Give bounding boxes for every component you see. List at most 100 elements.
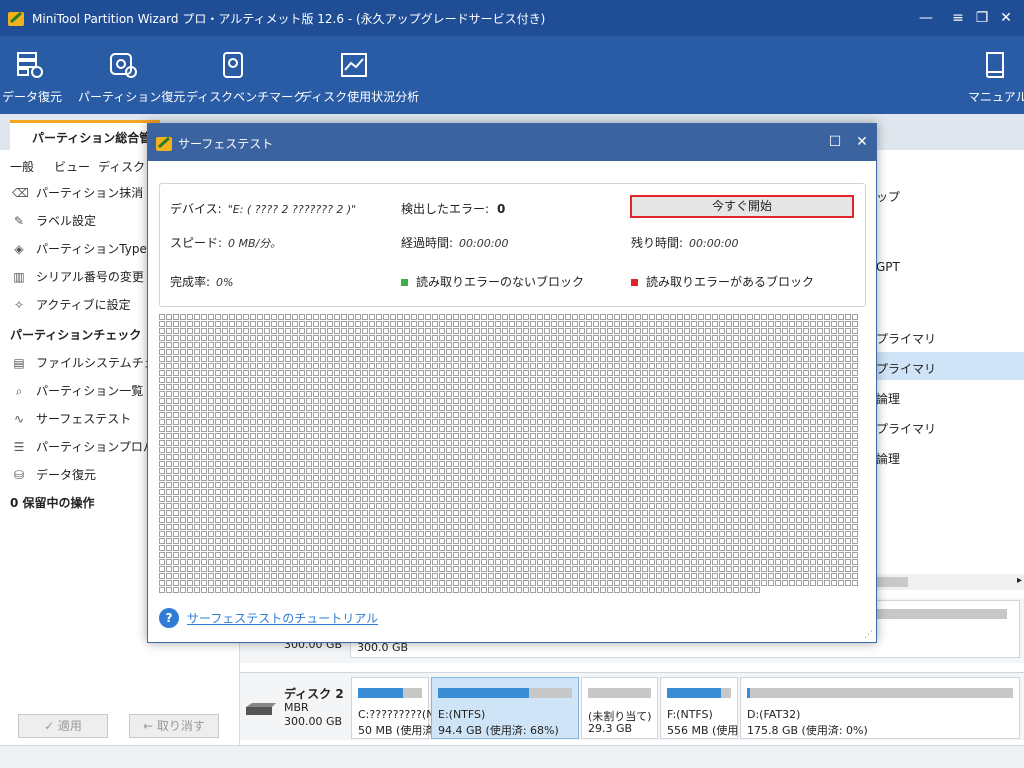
sidebar-item-properties[interactable]: ☰パーティションプロパティ [12, 438, 148, 458]
test-block [761, 405, 767, 411]
test-block [740, 342, 746, 348]
sidebar-item-typeid[interactable]: ◈パーティションTypeIDの [12, 240, 148, 260]
test-block [614, 447, 620, 453]
disk-2-row[interactable]: ディスク 2 MBR 300.00 GB C:?????????(N 50 MB… [240, 672, 1024, 740]
sidebar-item-explore[interactable]: ⌕ パーティション一覧 [12, 382, 144, 402]
test-block [166, 510, 172, 516]
sidebar-item-wipe[interactable]: ⌫ パーティション抹消 [12, 184, 143, 198]
test-block [236, 419, 242, 425]
apply-button[interactable]: ✓ 適用 [18, 714, 108, 738]
test-block [670, 587, 676, 593]
test-block [607, 384, 613, 390]
test-block [250, 496, 256, 502]
test-block [635, 559, 641, 565]
test-block [222, 342, 228, 348]
test-block [299, 384, 305, 390]
test-block [698, 447, 704, 453]
test-block [586, 349, 592, 355]
test-block [390, 566, 396, 572]
partition-type-cell-selected[interactable]: プライマリ [876, 352, 1024, 380]
test-block [551, 440, 557, 446]
test-block [642, 461, 648, 467]
test-block [614, 370, 620, 376]
test-block [810, 363, 816, 369]
test-block [593, 335, 599, 341]
test-block [334, 391, 340, 397]
test-block [306, 538, 312, 544]
test-block [334, 475, 340, 481]
scroll-right-icon[interactable]: ▸ [1017, 575, 1022, 586]
test-block [628, 447, 634, 453]
partition-unallocated[interactable]: (未割り当て) 29.3 GB [581, 677, 658, 739]
test-block [761, 398, 767, 404]
tutorial-link-row[interactable]: ? サーフェステストのチュートリアル [159, 608, 378, 628]
scrollbar-thumb[interactable] [876, 577, 908, 587]
test-block [740, 489, 746, 495]
toolbar-partition-recovery-button[interactable]: パーティション復元 [78, 50, 185, 110]
test-block [264, 545, 270, 551]
test-block [621, 342, 627, 348]
undo-button[interactable]: ← 取り消す [129, 714, 219, 738]
test-block [579, 573, 585, 579]
sidebar-item-serial[interactable]: ▥ シリアル番号の変更 [12, 268, 144, 288]
test-block [173, 468, 179, 474]
menu-disk[interactable]: ディスク [98, 158, 145, 175]
test-block [355, 580, 361, 586]
test-block [229, 531, 235, 537]
test-block [432, 356, 438, 362]
restore-icon[interactable]: ❐ [972, 8, 992, 28]
toolbar-disk-benchmark-button[interactable]: ディスクベンチマーク [186, 50, 305, 110]
test-block [775, 384, 781, 390]
test-block [187, 468, 193, 474]
toolbar-space-analyzer-button[interactable]: ディスク使用状況分析 [300, 50, 419, 110]
horizontal-scrollbar[interactable]: ▸ [876, 574, 1024, 590]
menu-general[interactable]: 一般 [10, 158, 34, 175]
test-block [271, 363, 277, 369]
test-block [523, 426, 529, 432]
resize-grip-icon[interactable]: ⋰ [864, 630, 873, 640]
test-block [439, 538, 445, 544]
menu-icon[interactable]: ≡ [948, 8, 968, 28]
tab-partition-management[interactable]: パーティション総合管理 [10, 120, 160, 150]
test-block [376, 552, 382, 558]
sidebar-item-set-active[interactable]: ✧ アクティブに設定 [12, 296, 131, 316]
sidebar-item-label-set[interactable]: ✎ ラベル設定 [12, 212, 96, 232]
test-block [348, 335, 354, 341]
test-block [271, 426, 277, 432]
partition-d[interactable]: D:(FAT32) 175.8 GB (使用済: 0%) [740, 677, 1020, 739]
test-block [299, 510, 305, 516]
sidebar-item-data-recovery[interactable]: ⛁ データ復元 [12, 466, 96, 486]
toolbar-data-recovery-button[interactable]: データ復元 [2, 50, 62, 110]
test-block [369, 517, 375, 523]
test-block [481, 503, 487, 509]
test-block [327, 545, 333, 551]
toolbar-manual-button[interactable]: マニュアル [968, 50, 1024, 110]
test-block [579, 342, 585, 348]
test-block [166, 384, 172, 390]
test-block [187, 489, 193, 495]
start-now-button[interactable]: 今すぐ開始 [630, 195, 854, 218]
test-block [292, 370, 298, 376]
partition-f[interactable]: F:(NTFS) 556 MB (使用 [660, 677, 738, 739]
test-block [754, 587, 760, 593]
test-block [516, 314, 522, 320]
test-block [551, 447, 557, 453]
test-block [845, 440, 851, 446]
partition-c[interactable]: C:?????????(N 50 MB (使用済 [351, 677, 434, 739]
menu-view[interactable]: ビュー [54, 158, 90, 175]
test-block [299, 447, 305, 453]
test-block [838, 349, 844, 355]
tutorial-link[interactable]: サーフェステストのチュートリアル [187, 612, 378, 626]
test-block [264, 517, 270, 523]
minimize-icon[interactable]: — [916, 8, 936, 28]
test-block [362, 545, 368, 551]
close-icon[interactable]: ✕ [853, 133, 871, 151]
sidebar-item-surface-test[interactable]: ∿ サーフェステスト [12, 410, 131, 430]
test-block [649, 580, 655, 586]
test-block [726, 538, 732, 544]
test-block [446, 377, 452, 383]
close-icon[interactable]: ✕ [996, 8, 1016, 28]
partition-e-selected[interactable]: E:(NTFS) 94.4 GB (使用済: 68%) [431, 677, 579, 739]
test-block [768, 314, 774, 320]
maximize-icon[interactable]: ☐ [826, 133, 844, 151]
